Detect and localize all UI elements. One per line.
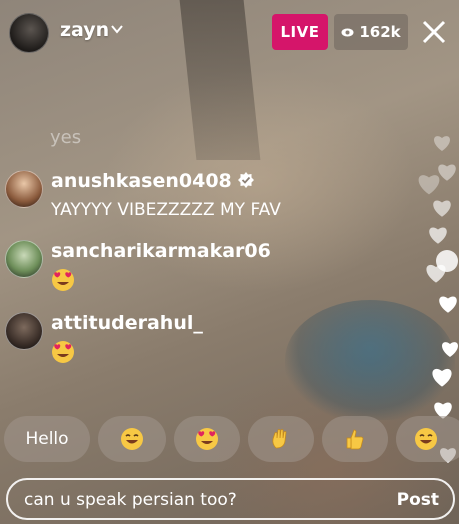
faded-comment: yes (50, 127, 82, 148)
quick-reactions-bar: Hello (0, 416, 459, 464)
floating-heart-icon (434, 136, 450, 151)
waving-hand-emoji-icon (272, 429, 287, 449)
heart-eyes-emoji-icon (196, 428, 218, 450)
live-badge: LIVE (272, 14, 328, 50)
broadcaster-avatar[interactable] (9, 13, 49, 53)
commenter-avatar[interactable] (5, 170, 43, 208)
floating-heart-icon (439, 296, 457, 313)
comment-input[interactable]: can u speak persian too? Post (6, 478, 455, 520)
comment-username[interactable]: attituderahul_ (51, 312, 203, 334)
joy-emoji-icon (415, 428, 437, 450)
comment-username[interactable]: anushkasen0408 (51, 170, 254, 192)
commenter-avatar[interactable] (5, 240, 43, 278)
floating-heart-icon (433, 200, 451, 217)
comment-text (51, 340, 75, 369)
broadcaster-username[interactable]: zayn (60, 19, 109, 41)
quick-reaction-wave[interactable] (248, 416, 314, 462)
floating-heart-icon (418, 175, 440, 195)
video-background-figure (285, 300, 455, 420)
floating-heart-icon (426, 264, 446, 283)
comment-text (51, 268, 75, 297)
post-button[interactable]: Post (397, 490, 439, 510)
viewer-count-badge[interactable]: 162k (334, 14, 408, 50)
quick-reaction-laughing[interactable] (98, 416, 166, 462)
viewer-count: 162k (359, 23, 401, 41)
close-icon[interactable] (420, 18, 448, 46)
comment-input-value: can u speak persian too? (24, 490, 237, 510)
quick-reaction-heart-eyes[interactable] (174, 416, 240, 462)
floating-heart-icon (432, 368, 452, 387)
live-header: zayn LIVE 162k (0, 0, 459, 64)
chevron-down-icon[interactable] (110, 22, 124, 36)
verified-badge-icon (237, 172, 254, 188)
quick-reaction-hello[interactable]: Hello (4, 416, 90, 462)
eye-icon (341, 28, 354, 36)
heart-eyes-emoji-icon (52, 269, 74, 291)
quick-reaction-joy[interactable] (396, 416, 459, 462)
quick-reaction-thumbs-up[interactable] (322, 416, 388, 462)
thumbs-up-emoji-icon (346, 429, 364, 450)
commenter-avatar[interactable] (5, 312, 43, 350)
heart-eyes-emoji-icon (52, 341, 74, 363)
comment-text: YAYYYY VIBEZZZZZ MY FAV (51, 200, 281, 220)
laughing-emoji-icon (121, 428, 143, 450)
comment-username[interactable]: sancharikarmakar06 (51, 240, 271, 262)
floating-heart-icon (442, 342, 458, 357)
floating-heart-icon (429, 227, 447, 244)
